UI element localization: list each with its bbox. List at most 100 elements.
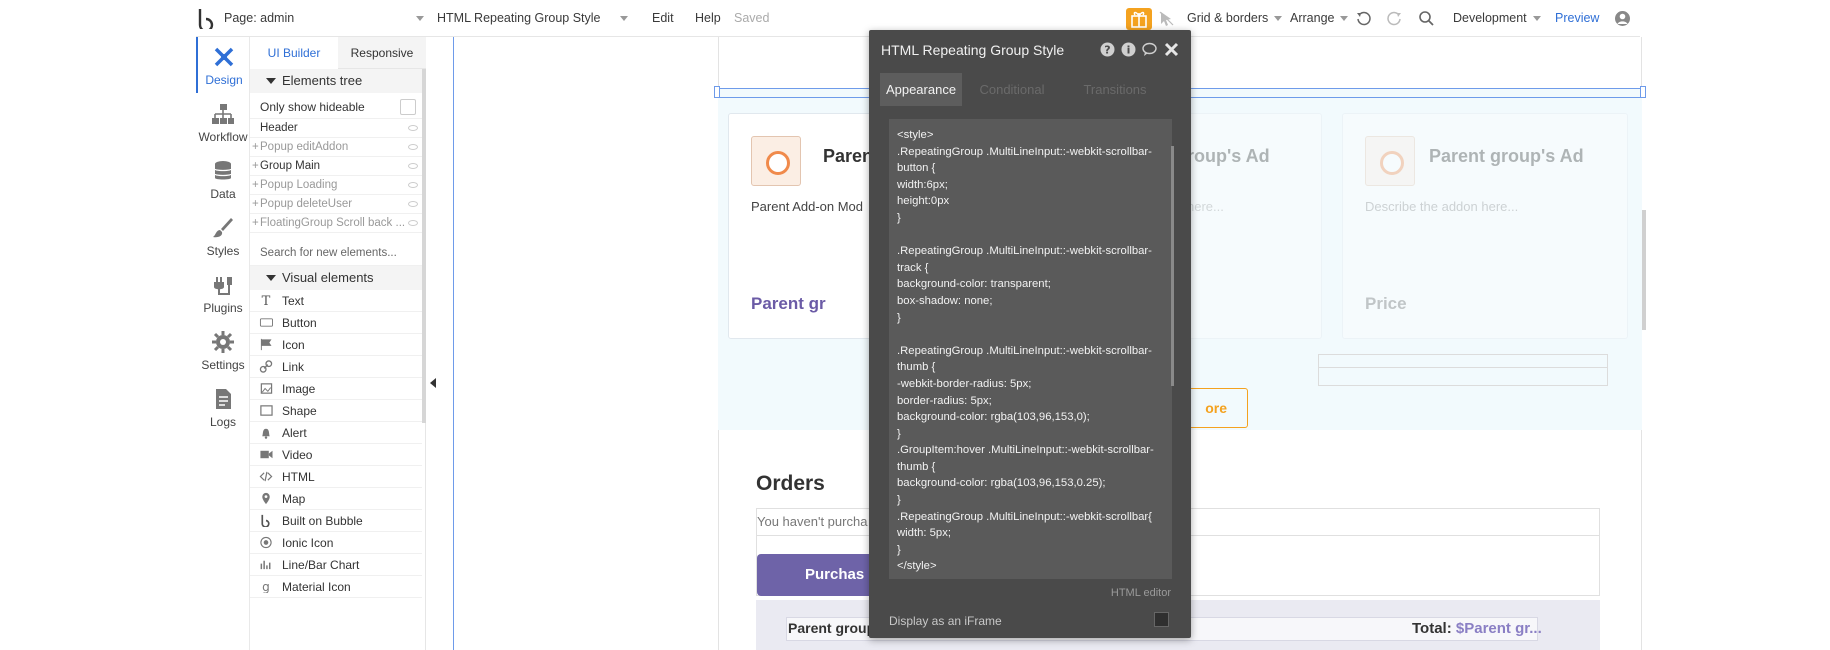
eye-icon[interactable] bbox=[408, 182, 418, 188]
elements-tree-header[interactable]: Elements tree bbox=[250, 69, 422, 93]
visual-element-label: Text bbox=[282, 294, 305, 308]
gift-icon[interactable] bbox=[1126, 8, 1152, 30]
bubble-logo-icon bbox=[261, 514, 270, 527]
save-status: Saved bbox=[734, 11, 770, 25]
undo-icon[interactable] bbox=[1355, 10, 1372, 27]
bubble-logo-icon[interactable] bbox=[196, 7, 216, 29]
redo-icon[interactable] bbox=[1386, 10, 1403, 27]
eye-icon[interactable] bbox=[408, 220, 418, 226]
resize-handle[interactable] bbox=[1640, 86, 1646, 98]
account-icon[interactable] bbox=[1614, 10, 1631, 27]
link-icon bbox=[259, 360, 273, 373]
info-icon[interactable]: i bbox=[1121, 42, 1136, 57]
visual-element-html[interactable]: HTML bbox=[250, 466, 422, 488]
only-hideable-checkbox[interactable] bbox=[400, 99, 416, 115]
visual-element-label: Button bbox=[282, 316, 317, 330]
rail-label: Workflow bbox=[198, 130, 248, 144]
chevron-down-icon bbox=[416, 16, 424, 22]
visual-element-label: Icon bbox=[282, 338, 305, 352]
grid-borders-menu[interactable]: Grid & borders bbox=[1187, 0, 1283, 37]
expand-icon[interactable]: + bbox=[252, 214, 259, 232]
visual-element-video[interactable]: Video bbox=[250, 444, 422, 466]
tab-appearance[interactable]: Appearance bbox=[880, 73, 962, 106]
element-selector[interactable]: HTML Repeating Group Style bbox=[437, 0, 601, 37]
element-search-input[interactable]: Search for new elements... bbox=[250, 241, 422, 266]
expand-icon[interactable]: + bbox=[252, 157, 259, 175]
preview-button[interactable]: Preview bbox=[1555, 0, 1599, 37]
visual-element-icon[interactable]: Icon bbox=[250, 334, 422, 356]
cursor-icon[interactable] bbox=[1158, 10, 1175, 27]
expand-icon[interactable]: + bbox=[252, 195, 259, 213]
expand-icon[interactable]: + bbox=[252, 138, 259, 156]
only-hideable-toggle[interactable]: Only show hideable bbox=[250, 95, 422, 119]
search-icon[interactable] bbox=[1418, 10, 1435, 27]
rail-plugins[interactable]: Plugins bbox=[196, 265, 250, 321]
purchase-button[interactable]: Purchas bbox=[757, 554, 873, 596]
page-selector-caret[interactable] bbox=[410, 0, 424, 37]
expand-icon[interactable]: + bbox=[252, 176, 259, 194]
visual-element-link[interactable]: Link bbox=[250, 356, 422, 378]
panel-scrollbar[interactable] bbox=[422, 69, 426, 423]
rail-logs[interactable]: Logs bbox=[196, 379, 250, 435]
help-icon[interactable]: ? bbox=[1100, 42, 1115, 57]
visual-element-built-on-bubble[interactable]: Built on Bubble bbox=[250, 510, 422, 532]
svg-text:?: ? bbox=[1104, 44, 1110, 57]
page-selector[interactable]: Page: admin bbox=[224, 0, 294, 37]
tree-item[interactable]: Header bbox=[250, 119, 422, 138]
help-menu[interactable]: Help bbox=[695, 0, 721, 37]
database-icon bbox=[214, 161, 232, 180]
html-code-editor[interactable]: <style> .RepeatingGroup .MultiLineInput:… bbox=[889, 119, 1172, 579]
eye-icon[interactable] bbox=[408, 201, 418, 207]
visual-element-map[interactable]: Map bbox=[250, 488, 422, 510]
addon-description: Describe the addon here... bbox=[1365, 199, 1519, 214]
addon-card[interactable]: Parent group's Ad Describe the addon her… bbox=[1342, 113, 1628, 339]
close-icon[interactable] bbox=[1164, 42, 1179, 57]
visual-element-text[interactable]: T Text bbox=[250, 290, 422, 312]
visual-element-ionic-icon[interactable]: Ionic Icon bbox=[250, 532, 422, 554]
rail-settings[interactable]: Settings bbox=[196, 322, 250, 378]
rail-design[interactable]: Design bbox=[196, 37, 250, 93]
rail-workflow[interactable]: Workflow bbox=[196, 94, 250, 150]
visual-element-material-icon[interactable]: g Material Icon bbox=[250, 576, 422, 598]
rail-styles[interactable]: Styles bbox=[196, 208, 250, 264]
tree-item[interactable]: + Popup Loading bbox=[250, 176, 422, 195]
display-iframe-checkbox[interactable] bbox=[1154, 612, 1169, 627]
bell-icon bbox=[262, 428, 270, 439]
visual-element-line-bar-chart[interactable]: Line/Bar Chart bbox=[250, 554, 422, 576]
visual-element-image[interactable]: Image bbox=[250, 378, 422, 400]
rail-data[interactable]: Data bbox=[196, 151, 250, 207]
visual-element-alert[interactable]: Alert bbox=[250, 422, 422, 444]
eye-icon[interactable] bbox=[408, 163, 418, 169]
tree-item[interactable]: + Popup editAddon bbox=[250, 138, 422, 157]
code-scrollbar[interactable] bbox=[1171, 146, 1174, 386]
resize-handle[interactable] bbox=[714, 86, 720, 98]
tree-item-label: FloatingGroup Scroll back ... bbox=[260, 217, 406, 229]
addon-title: roup's Ad bbox=[1187, 146, 1270, 166]
group-box[interactable] bbox=[1318, 354, 1608, 386]
element-selector-caret[interactable] bbox=[614, 0, 628, 37]
comment-icon[interactable] bbox=[1142, 42, 1157, 57]
html-editor-link[interactable]: HTML editor bbox=[1111, 587, 1171, 599]
environment-selector[interactable]: Development bbox=[1453, 0, 1541, 37]
canvas-scrollbar[interactable] bbox=[1642, 210, 1646, 330]
eye-icon[interactable] bbox=[408, 144, 418, 150]
eye-icon[interactable] bbox=[408, 125, 418, 131]
edit-menu[interactable]: Edit bbox=[652, 0, 674, 37]
arrange-menu[interactable]: Arrange bbox=[1290, 0, 1349, 37]
page-label: Page: admin bbox=[224, 11, 295, 25]
visual-element-label: Shape bbox=[282, 404, 317, 418]
property-editor[interactable]: HTML Repeating Group Style ? i Appearanc… bbox=[869, 30, 1191, 638]
visual-element-shape[interactable]: Shape bbox=[250, 400, 422, 422]
tree-item[interactable]: + FloatingGroup Scroll back ... bbox=[250, 214, 422, 233]
tab-ui-builder[interactable]: UI Builder bbox=[250, 37, 338, 69]
visual-element-button[interactable]: Button bbox=[250, 312, 422, 334]
tree-item[interactable]: + Popup deleteUser bbox=[250, 195, 422, 214]
tree-item[interactable]: + Group Main bbox=[250, 157, 422, 176]
text-icon: T bbox=[262, 294, 271, 307]
visual-elements-header[interactable]: Visual elements bbox=[250, 266, 422, 290]
collapse-panel-icon[interactable] bbox=[430, 378, 436, 388]
tab-responsive[interactable]: Responsive bbox=[338, 37, 426, 69]
tab-conditional[interactable]: Conditional bbox=[962, 73, 1062, 106]
tab-transitions[interactable]: Transitions bbox=[1062, 73, 1168, 106]
element-label: HTML Repeating Group Style bbox=[437, 11, 601, 25]
